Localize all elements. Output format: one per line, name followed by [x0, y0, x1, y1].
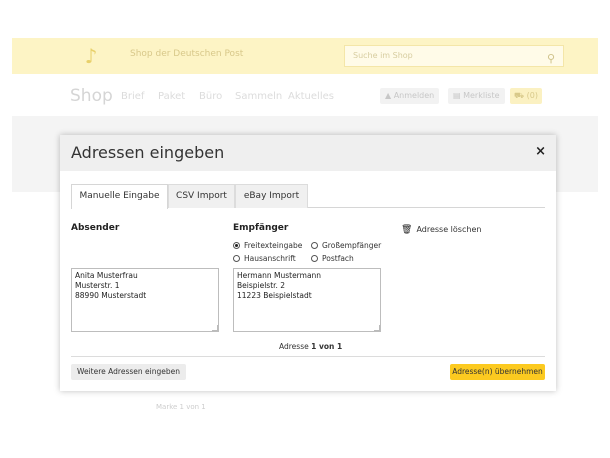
watchlist-button[interactable]: ▤ Merkliste	[448, 88, 505, 104]
cart-button[interactable]: ⛟ (0)	[510, 88, 542, 104]
recipient-label: Empfänger	[233, 223, 289, 233]
login-button[interactable]: ▲ Anmelden	[380, 88, 440, 104]
close-icon[interactable]: ×	[535, 144, 546, 159]
cart-icon: ⛟	[514, 91, 527, 100]
footer-divider	[71, 356, 545, 357]
recipient-address-field[interactable]: Hermann Mustermann Beispielstr. 2 11223 …	[233, 268, 381, 332]
radio-grossempfaenger[interactable]: Großempfänger	[311, 241, 381, 250]
search-icon[interactable]: ⚲	[547, 49, 555, 69]
trash-icon: 🗑	[401, 225, 413, 235]
apply-addresses-button[interactable]: Adresse(n) übernehmen	[450, 364, 545, 380]
list-icon: ▤	[453, 91, 464, 100]
page-info: Marke 1 von 1	[156, 403, 206, 411]
radio-postfach[interactable]: Postfach	[311, 254, 354, 263]
modal-header: Adressen eingeben ×	[60, 135, 556, 171]
radio-unchecked-icon	[311, 242, 318, 249]
shop-logo-text: Shop	[70, 86, 113, 106]
radio-hausanschrift[interactable]: Hausanschrift	[233, 254, 296, 263]
tab-bar: Manuelle Eingabe CSV Import eBay Import	[71, 184, 545, 209]
address-pager: Adresse 1 von 1	[279, 342, 343, 351]
radio-checked-icon	[233, 242, 240, 249]
post-horn-logo-icon: ♪	[84, 44, 98, 68]
nav-item-sammeln[interactable]: Sammeln	[235, 91, 282, 102]
nav-item-buero[interactable]: Büro	[199, 91, 222, 102]
top-bar: ♪ Shop der Deutschen Post Suche im Shop …	[12, 38, 598, 74]
nav-item-aktuelles[interactable]: Aktuelles	[288, 91, 334, 102]
radio-unchecked-icon	[233, 255, 240, 262]
recipient-type-group: Freitexteingabe Großempfänger Hausanschr…	[233, 241, 403, 265]
modal-title: Adressen eingeben	[71, 143, 225, 162]
more-addresses-button[interactable]: Weitere Adressen eingeben	[71, 364, 186, 380]
search-placeholder: Suche im Shop	[353, 51, 413, 60]
sender-address-field[interactable]: Anita Musterfrau Musterstr. 1 88990 Must…	[71, 268, 219, 332]
delete-address-link[interactable]: 🗑 Adresse löschen	[401, 225, 481, 235]
tab-manual-entry[interactable]: Manuelle Eingabe	[71, 184, 168, 209]
tagline: Shop der Deutschen Post	[130, 49, 244, 59]
sender-label: Absender	[71, 223, 120, 233]
sender-resize-handle[interactable]	[212, 325, 218, 331]
address-modal: Adressen eingeben × Manuelle Eingabe CSV…	[60, 135, 556, 391]
nav-item-brief[interactable]: Brief	[121, 91, 144, 102]
tab-ebay-import[interactable]: eBay Import	[235, 184, 308, 208]
radio-unchecked-icon	[311, 255, 318, 262]
search-input[interactable]: Suche im Shop ⚲	[344, 45, 564, 67]
tab-csv-import[interactable]: CSV Import	[168, 184, 235, 208]
recipient-resize-handle[interactable]	[374, 325, 380, 331]
main-nav: Shop Brief Paket Büro Sammeln Aktuelles …	[0, 80, 610, 110]
radio-freitext[interactable]: Freitexteingabe	[233, 241, 302, 250]
nav-item-paket[interactable]: Paket	[158, 91, 185, 102]
user-icon: ▲	[385, 91, 394, 100]
